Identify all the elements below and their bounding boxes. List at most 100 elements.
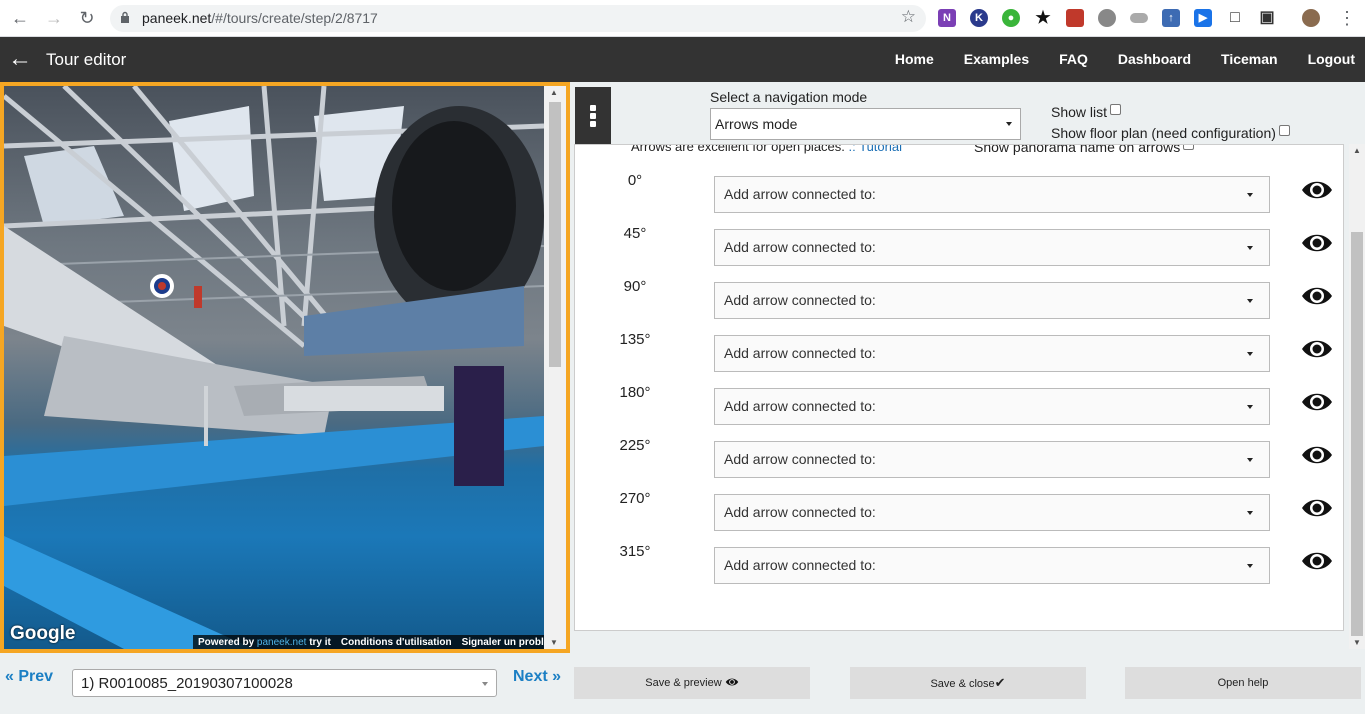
scroll-down-icon[interactable]: ▼	[550, 638, 558, 647]
eye-icon[interactable]	[1301, 337, 1333, 361]
browser-toolbar: ← → ↻ paneek.net/#/tours/create/step/2/8…	[0, 0, 1365, 37]
panorama-scene	[4, 86, 544, 649]
eye-icon[interactable]	[1301, 178, 1333, 202]
nav-examples[interactable]: Examples	[964, 37, 1029, 82]
arrow-angle: 0°	[627, 172, 643, 189]
show-list-option[interactable]: Show list	[1051, 104, 1122, 120]
k-extension-icon[interactable]: K	[970, 9, 988, 27]
scroll-up-icon[interactable]: ▲	[1353, 146, 1361, 155]
viewer-footer: Powered by paneek.net try it Conditions …	[193, 635, 544, 649]
profile-avatar[interactable]	[1302, 9, 1320, 27]
nav-user[interactable]: Ticeman	[1221, 37, 1278, 82]
arrow-angle: 135°	[619, 331, 651, 348]
green-extension-icon[interactable]: ●	[1002, 9, 1020, 27]
cast-extension-icon[interactable]: ▶	[1194, 9, 1212, 27]
star-extension-icon[interactable]: ★	[1034, 9, 1052, 27]
navigation-mode-value: Arrows mode	[715, 116, 798, 132]
save-close-button[interactable]: Save & close✔	[850, 667, 1086, 699]
red-extension-icon[interactable]	[1066, 9, 1084, 27]
show-list-checkbox[interactable]	[1110, 104, 1122, 115]
arrow-angle: 45°	[623, 225, 647, 242]
google-logo: Google	[10, 623, 76, 644]
arrow-row: 90° Add arrow connected to:	[575, 278, 1343, 322]
arrow-row: 225° Add arrow connected to:	[575, 437, 1343, 481]
scrollbar-thumb[interactable]	[549, 102, 561, 367]
top-navigation: Home Examples FAQ Dashboard Ticeman Logo…	[865, 37, 1355, 82]
eye-icon[interactable]	[1301, 443, 1333, 467]
chat-extension-icon[interactable]	[1130, 13, 1148, 23]
arrow-target-select[interactable]: Add arrow connected to:	[714, 494, 1270, 531]
report-problem-link[interactable]: Signaler un problème	[457, 637, 544, 648]
eye-icon[interactable]	[1301, 496, 1333, 520]
back-icon[interactable]: ←	[8, 6, 32, 30]
url-text: paneek.net/#/tours/create/step/2/8717	[142, 10, 378, 26]
arrow-angle: 225°	[619, 437, 651, 454]
address-bar[interactable]: paneek.net/#/tours/create/step/2/8717 ☆	[110, 5, 926, 32]
arrow-row: 315° Add arrow connected to:	[575, 543, 1343, 587]
open-help-button[interactable]: Open help	[1125, 667, 1361, 699]
forward-icon[interactable]: →	[42, 6, 66, 30]
chevron-down-icon	[1247, 511, 1253, 515]
scroll-down-icon[interactable]: ▼	[1353, 638, 1361, 647]
arrow-target-select[interactable]: Add arrow connected to:	[714, 176, 1270, 213]
chevron-down-icon	[482, 682, 488, 686]
panorama-select-value: 1) R0010085_20190307100028	[81, 675, 293, 692]
nav-faq[interactable]: FAQ	[1059, 37, 1088, 82]
chevron-down-icon	[1247, 246, 1253, 250]
arrow-target-select[interactable]: Add arrow connected to:	[714, 229, 1270, 266]
panorama-select[interactable]: 1) R0010085_20190307100028	[72, 669, 497, 697]
grey-extension-icon[interactable]	[1098, 9, 1116, 27]
save-preview-button[interactable]: Save & preview	[574, 667, 810, 699]
eye-icon[interactable]	[1301, 231, 1333, 255]
powered-by-text: Powered by paneek.net try it	[198, 636, 331, 648]
arrow-row: 0° Add arrow connected to:	[575, 172, 1343, 216]
arrow-target-select[interactable]: Add arrow connected to:	[714, 547, 1270, 584]
next-button[interactable]: Next »	[513, 668, 561, 686]
navigation-mode-select[interactable]: Arrows mode	[710, 108, 1021, 140]
onenote-extension-icon[interactable]: N	[938, 9, 956, 27]
chevron-down-icon	[1247, 458, 1253, 462]
viewer-scrollbar[interactable]: ▲ ▼	[544, 86, 566, 649]
arrow-angle: 315°	[619, 543, 651, 560]
panorama-viewer[interactable]: Google Powered by paneek.net try it Cond…	[0, 82, 570, 653]
arrow-target-select[interactable]: Add arrow connected to:	[714, 335, 1270, 372]
terms-link[interactable]: Conditions d'utilisation	[336, 637, 457, 648]
nav-home[interactable]: Home	[895, 37, 934, 82]
app-header: ← Tour editor Home Examples FAQ Dashboar…	[0, 37, 1365, 82]
arrow-target-select[interactable]: Add arrow connected to:	[714, 388, 1270, 425]
page-scrollbar[interactable]: ▲ ▼	[1349, 144, 1365, 649]
nav-logout[interactable]: Logout	[1308, 37, 1355, 82]
show-names-option[interactable]: Show panorama name on arrows	[974, 145, 1195, 155]
show-floor-plan-checkbox[interactable]	[1278, 125, 1290, 136]
show-floor-plan-option[interactable]: Show floor plan (need configuration)	[1051, 125, 1290, 141]
panel-toggle-button[interactable]	[575, 87, 611, 144]
show-names-checkbox[interactable]	[1183, 145, 1195, 150]
arrow-target-select[interactable]: Add arrow connected to:	[714, 441, 1270, 478]
arrow-angle: 180°	[619, 384, 651, 401]
arrows-panel: Arrows are excellent for open places. .:…	[574, 144, 1344, 631]
upload-extension-icon[interactable]: ↑	[1162, 9, 1180, 27]
chevron-down-icon	[1247, 405, 1253, 409]
tutorial-link[interactable]: .: Tutorial	[849, 145, 902, 154]
nav-dashboard[interactable]: Dashboard	[1118, 37, 1191, 82]
back-arrow-icon[interactable]: ←	[8, 47, 32, 71]
scroll-up-icon[interactable]: ▲	[550, 88, 558, 97]
lock-icon	[121, 11, 129, 23]
check-icon: ✔	[994, 675, 1006, 690]
paneek-link[interactable]: paneek.net	[257, 637, 307, 648]
arrow-row: 135° Add arrow connected to:	[575, 331, 1343, 375]
double-chevron-left-icon: «	[5, 668, 14, 685]
prev-button[interactable]: « Prev	[5, 668, 53, 686]
scrollbar-thumb[interactable]	[1351, 232, 1363, 636]
eye-icon[interactable]	[1301, 284, 1333, 308]
eye-icon[interactable]	[1301, 390, 1333, 414]
reload-icon[interactable]: ↻	[75, 6, 99, 30]
eye-icon[interactable]	[1301, 549, 1333, 573]
pip-extension-icon[interactable]: ▣	[1258, 9, 1276, 27]
page-title: Tour editor	[46, 50, 127, 69]
arrow-target-select[interactable]: Add arrow connected to:	[714, 282, 1270, 319]
bookmark-star-icon[interactable]: ☆	[901, 7, 916, 27]
panorama-image[interactable]: Google Powered by paneek.net try it Cond…	[4, 86, 544, 649]
menu-kebab-icon[interactable]: ⋮	[1335, 6, 1359, 30]
crop-extension-icon[interactable]: □	[1226, 9, 1244, 27]
